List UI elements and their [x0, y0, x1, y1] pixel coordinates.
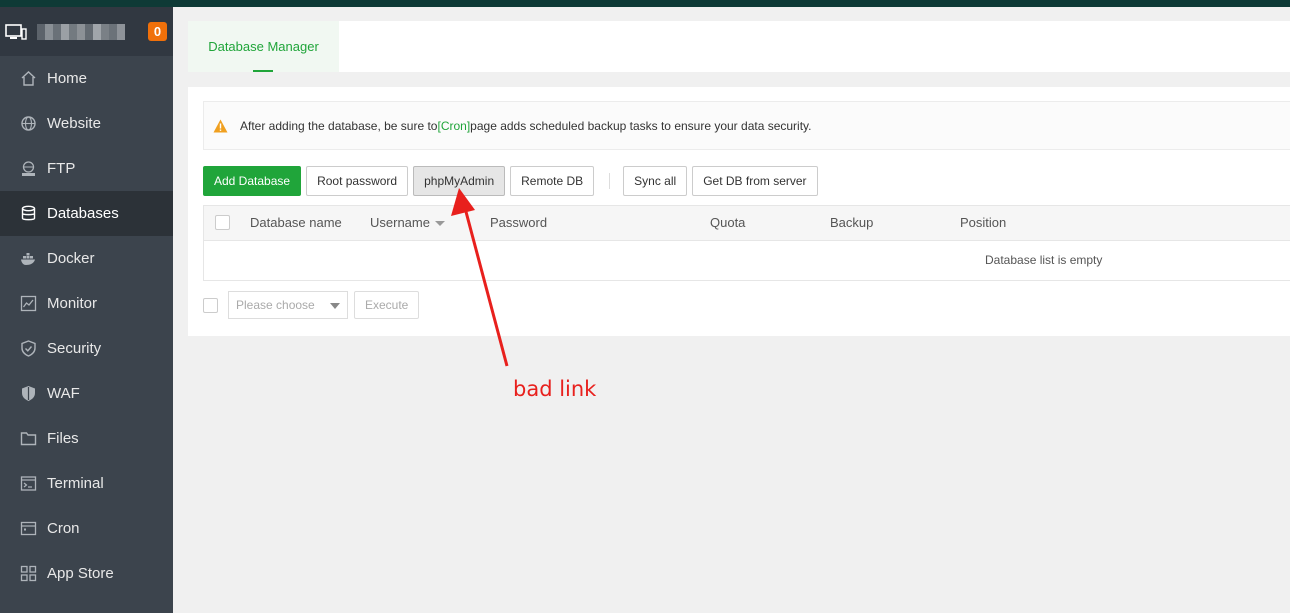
- batch-actions: Please choose Execute: [203, 291, 424, 319]
- sidebar-header: 0: [0, 7, 173, 56]
- globe-icon: [20, 115, 37, 132]
- sidebar-item-terminal[interactable]: Terminal: [0, 461, 173, 506]
- sidebar-item-security[interactable]: Security: [0, 326, 173, 371]
- sidebar-item-docker[interactable]: Docker: [0, 236, 173, 281]
- blurred-pixel: [61, 23, 69, 40]
- sidebar-item-label: Databases: [47, 205, 119, 222]
- sidebar-item-label: Security: [47, 340, 102, 357]
- annotation-text: bad link: [513, 377, 597, 401]
- top-bar: [0, 0, 1290, 7]
- table-body: Database list is empty: [204, 241, 1290, 280]
- folder-icon: [20, 430, 37, 447]
- backup-alert: After adding the database, be sure to [C…: [203, 101, 1290, 150]
- blurred-pixel: [69, 23, 77, 40]
- annotation-arrow: [451, 188, 509, 367]
- sidebar-item-label: App Store: [47, 565, 114, 582]
- ftp-icon: [20, 160, 37, 177]
- waf-icon: [20, 385, 37, 402]
- sidebar-item-website[interactable]: Website: [0, 101, 173, 146]
- sidebar-menu: Home Website FTP Databases Docker Monitor Secu…: [0, 56, 173, 596]
- sidebar-item-waf[interactable]: WAF: [0, 371, 173, 416]
- toolbar-divider: [609, 172, 611, 189]
- col-database-name: Database name: [250, 215, 342, 230]
- grid-icon: [20, 565, 37, 582]
- col-username[interactable]: Username: [370, 215, 445, 230]
- blurred-pixel: [101, 23, 109, 40]
- warning-icon: [213, 119, 228, 133]
- sidebar-item-label: Home: [47, 70, 88, 87]
- table-header: Database name Username Password Quota Ba…: [204, 206, 1290, 241]
- home-icon: [20, 70, 37, 87]
- sidebar-item-label: Terminal: [47, 475, 104, 492]
- monitor-icon: [20, 295, 37, 312]
- sidebar-item-label: WAF: [47, 385, 80, 402]
- add-database-button[interactable]: Add Database: [203, 165, 302, 196]
- database-panel: After adding the database, be sure to [C…: [188, 87, 1290, 336]
- tab-bar: Database Manager: [188, 21, 1290, 72]
- col-backup: Backup: [830, 215, 874, 230]
- select-all-checkbox[interactable]: [215, 215, 230, 230]
- sidebar-item-home[interactable]: Home: [0, 56, 173, 101]
- root-password-button[interactable]: Root password: [306, 165, 409, 196]
- sidebar-item-databases[interactable]: Databases: [0, 191, 173, 236]
- cron-link[interactable]: [Cron]: [437, 119, 470, 133]
- batch-select[interactable]: Please choose: [228, 291, 348, 319]
- database-table: Database name Username Password Quota Ba…: [203, 205, 1290, 281]
- chevron-down-icon: [330, 303, 340, 309]
- sidebar-item-label: Website: [47, 115, 101, 132]
- batch-select-placeholder: Please choose: [236, 298, 315, 312]
- server-icon[interactable]: [5, 23, 27, 40]
- alert-text-before: After adding the database, be sure to: [240, 118, 438, 133]
- sidebar-item-ftp[interactable]: FTP: [0, 146, 173, 191]
- terminal-icon: [20, 475, 37, 492]
- sync-all-button[interactable]: Sync all: [623, 165, 688, 196]
- blurred-pixel: [37, 23, 45, 40]
- sidebar-item-label: Cron: [47, 520, 80, 537]
- sidebar-item-files[interactable]: Files: [0, 416, 173, 461]
- sidebar: 0 Home Website FTP Databases Docker Monitor Se…: [0, 7, 173, 613]
- blurred-pixel: [109, 23, 117, 40]
- blurred-pixel: [53, 23, 61, 40]
- docker-icon: [20, 250, 37, 267]
- blurred-pixel: [117, 23, 125, 40]
- blurred-pixel: [77, 23, 85, 40]
- get-db-from-server-button[interactable]: Get DB from server: [692, 165, 818, 196]
- database-icon: [20, 205, 37, 222]
- col-username-label: Username: [370, 215, 430, 230]
- batch-checkbox[interactable]: [203, 297, 218, 313]
- sidebar-item-label: Monitor: [47, 295, 98, 312]
- shield-icon: [20, 340, 37, 357]
- blurred-pixel: [93, 23, 101, 40]
- sidebar-item-app-store[interactable]: App Store: [0, 551, 173, 596]
- notification-badge[interactable]: 0: [148, 22, 167, 41]
- col-quota: Quota: [710, 215, 746, 230]
- alert-text-after: page adds scheduled backup tasks to ensu…: [470, 118, 812, 133]
- cron-icon: [20, 520, 37, 537]
- empty-message: Database list is empty: [985, 253, 1103, 267]
- execute-button[interactable]: Execute: [354, 291, 420, 319]
- sidebar-item-label: Docker: [47, 250, 95, 267]
- tab-database-manager[interactable]: Database Manager: [188, 21, 339, 72]
- sidebar-item-cron[interactable]: Cron: [0, 506, 173, 551]
- col-position: Position: [960, 215, 1007, 230]
- sidebar-item-label: Files: [47, 430, 79, 447]
- sidebar-item-monitor[interactable]: Monitor: [0, 281, 173, 326]
- blurred-pixel: [45, 23, 53, 40]
- server-name-blurred: [37, 23, 125, 40]
- blurred-pixel: [85, 23, 93, 40]
- sidebar-item-label: FTP: [47, 160, 76, 177]
